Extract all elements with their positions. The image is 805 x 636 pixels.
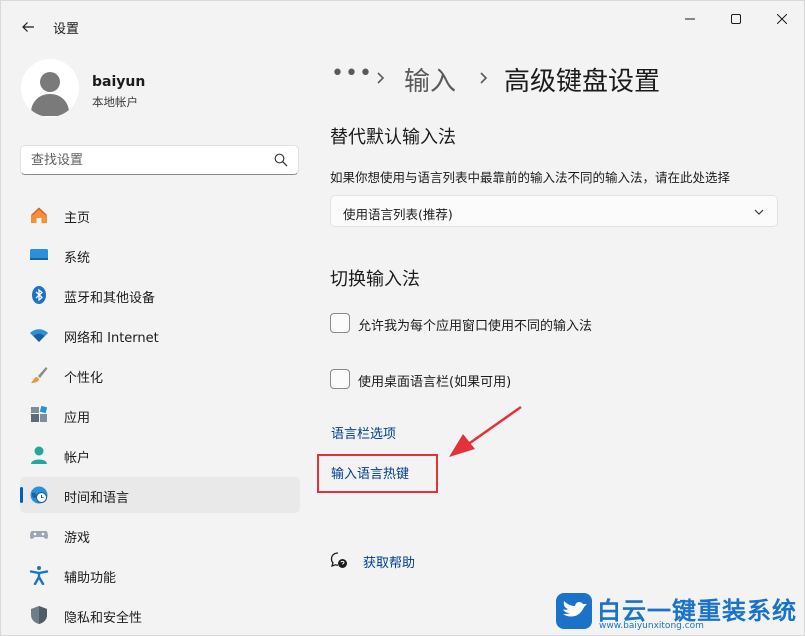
checkbox-label: 使用桌面语言栏(如果可用) bbox=[358, 375, 512, 390]
sidebar-item-time-language[interactable]: 时间和语言 bbox=[20, 477, 300, 513]
sidebar-item-label: 应用 bbox=[64, 411, 91, 426]
search-icon[interactable] bbox=[274, 153, 288, 167]
annotation-arrow-icon bbox=[449, 405, 522, 457]
sidebar-item-apps[interactable]: 应用 bbox=[20, 397, 300, 433]
sidebar-item-label: 帐户 bbox=[64, 451, 91, 466]
globe-clock-icon bbox=[30, 486, 48, 504]
home-icon bbox=[31, 207, 47, 223]
app-title: 设置 bbox=[53, 22, 80, 37]
chevron-right-icon bbox=[480, 72, 488, 84]
sidebar-item-label: 网络和 Internet bbox=[64, 331, 159, 346]
watermark-url: www.baiyunxitong.com bbox=[599, 621, 704, 631]
section-title-override: 替代默认输入法 bbox=[330, 127, 456, 148]
chevron-right-icon bbox=[377, 72, 385, 84]
dropdown-selected-value: 使用语言列表(推荐) bbox=[343, 207, 453, 222]
sidebar-item-system[interactable]: 系统 bbox=[20, 237, 300, 273]
account-icon bbox=[31, 446, 47, 464]
sidebar-item-accessibility[interactable]: 辅助功能 bbox=[20, 557, 300, 593]
per-app-input-checkbox-row[interactable]: 允许我为每个应用窗口使用不同的输入法 bbox=[330, 313, 770, 335]
gamepad-icon bbox=[30, 531, 48, 539]
sidebar-item-personalization[interactable]: 个性化 bbox=[20, 357, 300, 393]
sidebar-item-label: 时间和语言 bbox=[64, 491, 130, 506]
help-chat-icon bbox=[330, 552, 347, 568]
wifi-icon bbox=[30, 329, 48, 342]
annotation-highlight-box bbox=[317, 454, 438, 493]
language-bar-options-link[interactable]: 语言栏选项 bbox=[331, 423, 396, 442]
close-icon bbox=[777, 14, 787, 24]
title-bar: 设置 bbox=[1, 1, 805, 51]
back-arrow-icon bbox=[22, 22, 34, 32]
sidebar-item-accounts[interactable]: 帐户 bbox=[20, 437, 300, 473]
sidebar-item-gaming[interactable]: 游戏 bbox=[20, 517, 300, 553]
sidebar-item-bluetooth[interactable]: 蓝牙和其他设备 bbox=[20, 277, 300, 313]
account-type: 本地帐户 bbox=[92, 95, 138, 109]
back-button[interactable] bbox=[13, 13, 43, 41]
desktop-language-bar-checkbox-row[interactable]: 使用桌面语言栏(如果可用) bbox=[330, 369, 770, 391]
minimize-icon bbox=[685, 18, 695, 20]
bird-logo-icon bbox=[556, 593, 592, 629]
checkbox-label: 允许我为每个应用窗口使用不同的输入法 bbox=[358, 319, 593, 334]
per-app-input-checkbox[interactable] bbox=[330, 313, 350, 333]
sidebar-item-label: 游戏 bbox=[64, 531, 91, 546]
override-description: 如果你想使用与语言列表中最靠前的输入法不同的输入法，请在此处选择 bbox=[330, 170, 731, 185]
accessibility-icon bbox=[29, 566, 49, 585]
apps-icon bbox=[31, 405, 48, 422]
brush-icon bbox=[31, 367, 48, 383]
sidebar-item-label: 辅助功能 bbox=[64, 571, 117, 586]
close-button[interactable] bbox=[759, 1, 805, 37]
search-box bbox=[20, 145, 299, 175]
avatar bbox=[21, 59, 79, 117]
desktop-language-bar-checkbox[interactable] bbox=[330, 369, 350, 389]
user-name: baiyun bbox=[92, 74, 146, 90]
sidebar-nav: 主页 系统 蓝牙和其他设备 网络和 Internet 个性化 应用 帐户 时间和… bbox=[20, 197, 300, 636]
breadcrumb-parent[interactable]: 输入 bbox=[404, 61, 456, 98]
user-profile[interactable]: baiyun 本地帐户 bbox=[21, 59, 281, 121]
shield-icon bbox=[31, 606, 47, 624]
get-help-link[interactable]: 获取帮助 bbox=[363, 552, 415, 571]
bluetooth-icon bbox=[32, 286, 46, 304]
settings-window: 设置 baiyun 本地帐户 主页 bbox=[0, 0, 805, 636]
breadcrumb: ••• 输入 高级键盘设置 bbox=[331, 59, 801, 99]
get-help-row[interactable]: 获取帮助 bbox=[330, 549, 530, 573]
search-input[interactable] bbox=[31, 151, 261, 169]
sidebar-item-label: 个性化 bbox=[64, 371, 104, 386]
maximize-icon bbox=[731, 14, 741, 24]
sidebar-item-label: 主页 bbox=[64, 211, 91, 226]
sidebar-item-label: 系统 bbox=[64, 251, 91, 266]
chevron-down-icon bbox=[754, 209, 764, 215]
sidebar-item-label: 蓝牙和其他设备 bbox=[64, 291, 156, 306]
watermark: 白云一键重装系统 www.baiyunxitong.com bbox=[551, 589, 805, 636]
section-title-switch: 切换输入法 bbox=[330, 269, 420, 290]
input-method-dropdown[interactable]: 使用语言列表(推荐) bbox=[330, 195, 778, 227]
sidebar-item-network[interactable]: 网络和 Internet bbox=[20, 317, 300, 353]
sidebar-item-home[interactable]: 主页 bbox=[20, 197, 300, 233]
minimize-button[interactable] bbox=[667, 1, 713, 37]
breadcrumb-more-button[interactable]: ••• bbox=[331, 61, 373, 86]
sidebar-item-privacy[interactable]: 隐私和安全性 bbox=[20, 597, 300, 633]
system-icon bbox=[30, 249, 48, 260]
sidebar-item-label: 隐私和安全性 bbox=[64, 611, 143, 626]
page-title: 高级键盘设置 bbox=[504, 67, 661, 97]
maximize-button[interactable] bbox=[713, 1, 759, 37]
